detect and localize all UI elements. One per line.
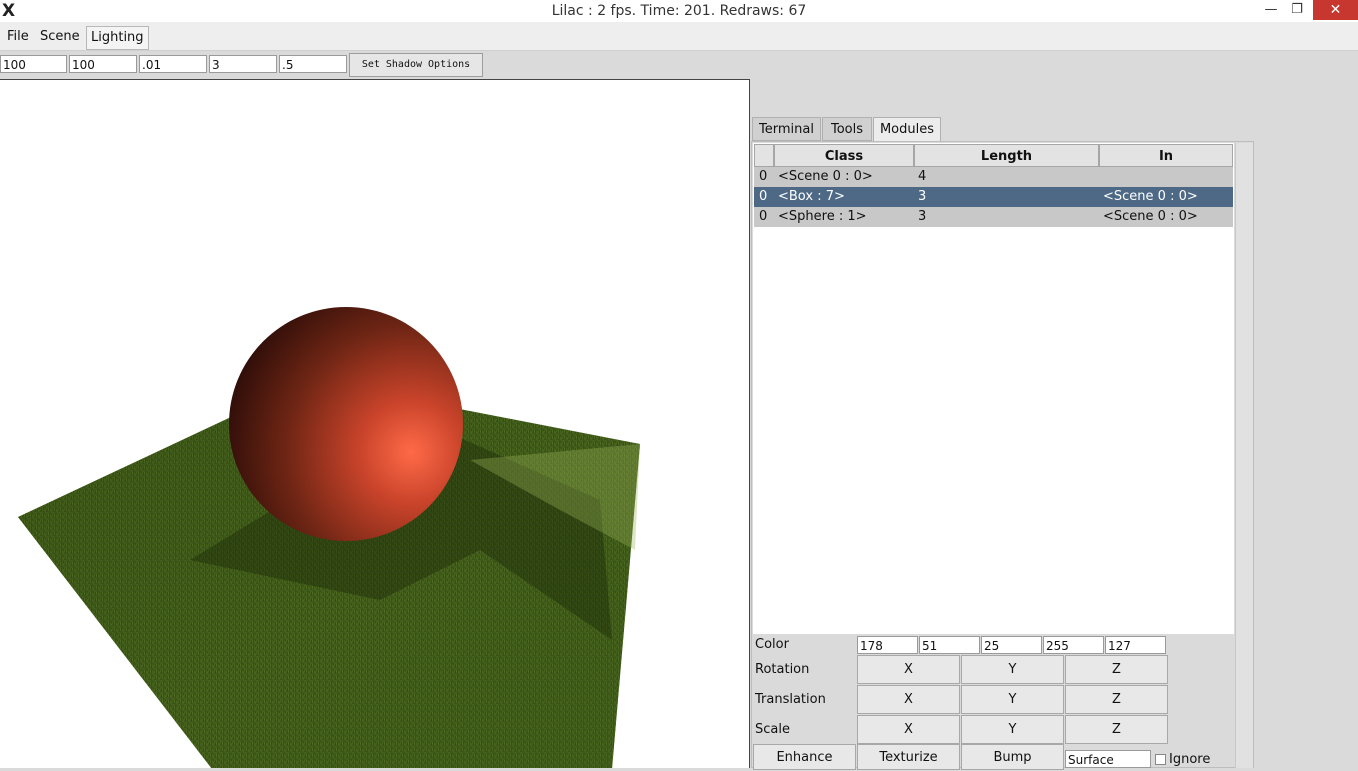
scale-label: Scale <box>755 722 790 737</box>
set-shadow-options-button[interactable]: Set Shadow Options <box>349 53 483 77</box>
window-title: Lilac : 2 fps. Time: 201. Redraws: 67 <box>551 3 807 19</box>
row-class: <Box : 7> <box>778 189 845 204</box>
texturize-button[interactable]: Texturize <box>857 744 960 770</box>
surface-input[interactable]: Surface <box>1065 750 1151 768</box>
shadow-field-4[interactable]: 3 <box>209 55 277 73</box>
menu-lighting[interactable]: Lighting <box>86 26 149 50</box>
color-field-4[interactable]: 255 <box>1043 636 1104 654</box>
color-label: Color <box>755 637 789 652</box>
translation-label: Translation <box>755 692 826 707</box>
scale-y-button[interactable]: Y <box>961 715 1064 744</box>
table-row[interactable]: 0 <Scene 0 : 0> 4 <box>754 167 1233 187</box>
table-row-selected[interactable]: 0 <Box : 7> 3 <Scene 0 : 0> <box>754 187 1233 207</box>
rotation-label: Rotation <box>755 662 810 677</box>
color-field-2[interactable]: 51 <box>919 636 980 654</box>
row-index: 0 <box>759 209 768 224</box>
shadow-field-1[interactable]: 100 <box>0 55 67 73</box>
row-in: <Scene 0 : 0> <box>1103 189 1198 204</box>
row-class: <Sphere : 1> <box>778 209 867 224</box>
tab-tools[interactable]: Tools <box>822 117 872 141</box>
row-length: 3 <box>918 209 927 224</box>
shadow-field-3[interactable]: .01 <box>139 55 207 73</box>
panel-scrollbar[interactable] <box>1235 143 1253 768</box>
shadow-field-5[interactable]: .5 <box>279 55 347 73</box>
ignore-checkbox[interactable] <box>1155 754 1166 765</box>
rotation-z-button[interactable]: Z <box>1065 655 1168 684</box>
scene-render <box>18 307 640 768</box>
shadow-field-2[interactable]: 100 <box>69 55 137 73</box>
column-header-in[interactable]: In <box>1099 144 1233 167</box>
row-class: <Scene 0 : 0> <box>778 169 873 184</box>
render-viewport[interactable] <box>0 79 750 768</box>
column-header-index[interactable] <box>754 144 774 167</box>
row-in: <Scene 0 : 0> <box>1103 209 1198 224</box>
app-x-icon: X <box>2 1 16 21</box>
close-button[interactable]: ✕ <box>1313 0 1358 20</box>
translation-y-button[interactable]: Y <box>961 685 1064 714</box>
column-header-length[interactable]: Length <box>914 144 1099 167</box>
color-field-5[interactable]: 127 <box>1105 636 1166 654</box>
menu-scene[interactable]: Scene <box>36 26 84 48</box>
row-index: 0 <box>759 189 768 204</box>
bump-button[interactable]: Bump <box>961 744 1064 770</box>
table-row[interactable]: 0 <Sphere : 1> 3 <Scene 0 : 0> <box>754 207 1233 227</box>
scale-z-button[interactable]: Z <box>1065 715 1168 744</box>
tab-modules[interactable]: Modules <box>873 117 941 141</box>
color-field-3[interactable]: 25 <box>981 636 1042 654</box>
rotation-y-button[interactable]: Y <box>961 655 1064 684</box>
row-length: 4 <box>918 169 927 184</box>
color-field-1[interactable]: 178 <box>857 636 918 654</box>
restore-button[interactable]: ❐ <box>1284 0 1310 20</box>
row-length: 3 <box>918 189 927 204</box>
column-header-class[interactable]: Class <box>774 144 914 167</box>
rotation-x-button[interactable]: X <box>857 655 960 684</box>
ignore-label: Ignore <box>1169 752 1211 767</box>
translation-z-button[interactable]: Z <box>1065 685 1168 714</box>
red-sphere <box>229 307 463 541</box>
minimize-button[interactable]: — <box>1258 0 1284 20</box>
row-index: 0 <box>759 169 768 184</box>
translation-x-button[interactable]: X <box>857 685 960 714</box>
scale-x-button[interactable]: X <box>857 715 960 744</box>
enhance-button[interactable]: Enhance <box>753 744 856 770</box>
menu-file[interactable]: File <box>3 26 33 48</box>
tab-terminal[interactable]: Terminal <box>752 117 821 141</box>
menu-bar <box>0 22 1358 51</box>
